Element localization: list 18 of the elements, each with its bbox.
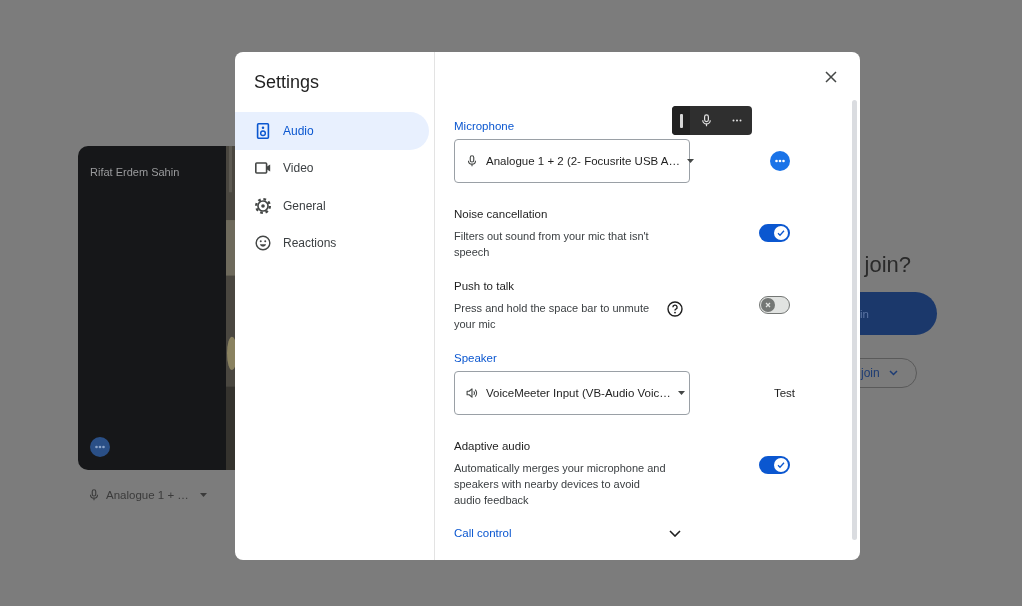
dialog-title: Settings bbox=[254, 71, 320, 94]
device-dropdown[interactable]: VoiceMeeter Input (VB-Audio Voic… bbox=[454, 371, 690, 415]
setting-description: Automatically merges your microphone and speakers with nearby devices to avoid audio feedback bbox=[454, 461, 667, 508]
setting-description: Filters out sound from your mic that isn't speech bbox=[454, 229, 650, 260]
setting-title: Noise cancellation bbox=[454, 207, 549, 222]
nav-item[interactable]: Audio bbox=[235, 112, 429, 150]
nav-item[interactable]: Video bbox=[235, 149, 429, 187]
section-label: Speaker bbox=[454, 351, 497, 366]
setting-title: Adaptive audio bbox=[454, 439, 532, 454]
setting-description: Press and hold the space bar to unmute your mic bbox=[454, 301, 651, 332]
section-expander[interactable]: Call control bbox=[454, 527, 681, 539]
nav-item[interactable]: General bbox=[235, 187, 429, 225]
participant-name: Rifat Erdem Sahin bbox=[90, 166, 181, 178]
join-heading: join? bbox=[864, 251, 911, 279]
section-label: Microphone bbox=[454, 119, 515, 134]
nav-item[interactable]: Reactions bbox=[235, 224, 429, 262]
setting-title: Push to talk bbox=[454, 279, 516, 294]
test-button[interactable]: Test bbox=[773, 383, 795, 403]
